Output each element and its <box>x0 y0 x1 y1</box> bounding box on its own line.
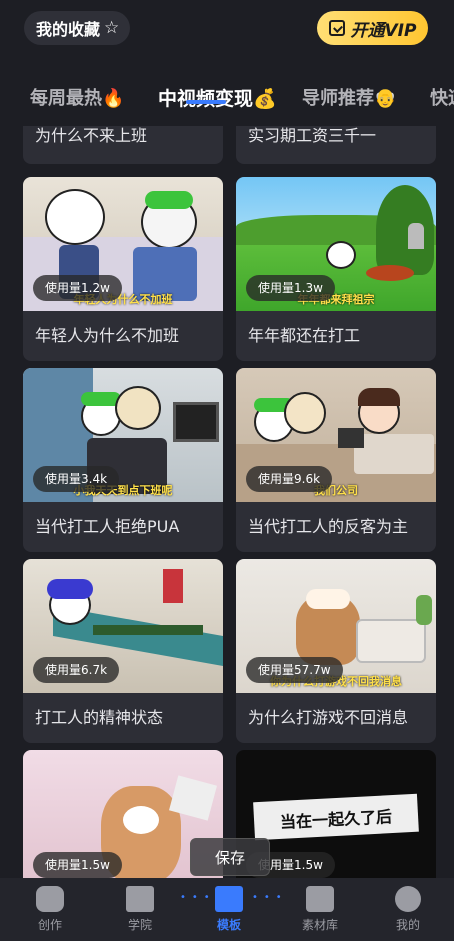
favorites-button[interactable]: 我的收藏 ☆ <box>24 11 131 45</box>
usage-badge: 使用量1.5w <box>33 852 122 878</box>
card-title: 年年都还在打工 <box>248 326 361 345</box>
bottom-nav: 创作 学院 ••• 模板 ••• 素材库 我的 <box>0 878 454 941</box>
template-grid: 为什么不来上班 实习期工资三千一 年轻人为什么不加班 使用量1.2w 年轻人为什… <box>0 126 454 878</box>
usage-badge: 使用量1.3w <box>246 275 335 301</box>
card-thumbnail: 你为什么打游戏不回我消息 使用量57.7w <box>236 559 436 693</box>
card-thumbnail: 使用量6.7k <box>23 559 223 693</box>
vip-button[interactable]: 开通VIP <box>317 11 428 45</box>
nav-create[interactable]: 创作 <box>20 886 80 933</box>
nav-materials[interactable]: 素材库 <box>290 886 350 933</box>
card-thumbnail: 年轻人为什么不加班 使用量1.2w <box>23 177 223 311</box>
vip-icon <box>328 20 345 36</box>
category-tabs: 每周最热🔥 中视频变现💰 导师推荐👴 快速 <box>0 66 454 126</box>
template-card[interactable]: 为什么不来上班 <box>23 126 223 164</box>
template-card[interactable]: 年轻人为什么不加班 使用量1.2w 年轻人为什么不加班 <box>23 177 223 361</box>
user-icon <box>395 886 421 912</box>
book-icon <box>126 886 154 912</box>
template-card[interactable]: 使用量6.7k 打工人的精神状态 <box>23 559 223 743</box>
template-icon <box>215 886 243 912</box>
nav-templates[interactable]: 模板 <box>199 886 259 933</box>
card-title: 为什么打游戏不回消息 <box>248 708 409 727</box>
nav-label: 学院 <box>127 918 152 932</box>
card-thumbnail: 年年都来拜祖宗 使用量1.3w <box>236 177 436 311</box>
card-thumbnail: 小我天天到点下班呢 使用量3.4k <box>23 368 223 502</box>
card-title: 为什么不来上班 <box>35 126 148 145</box>
template-card[interactable]: 实习期工资三千一 <box>236 126 436 164</box>
card-title: 年轻人为什么不加班 <box>35 326 180 345</box>
card-title: 当代打工人的反客为主 <box>248 517 409 536</box>
usage-badge: 使用量3.4k <box>33 466 120 492</box>
tab-quick[interactable]: 快速 <box>430 84 454 110</box>
nav-profile[interactable]: 我的 <box>378 886 438 933</box>
dots-right-icon: ••• <box>252 892 288 903</box>
save-button[interactable]: 保存 <box>190 838 270 876</box>
top-bar: 我的收藏 ☆ 开通VIP <box>0 0 454 58</box>
usage-badge: 使用量57.7w <box>246 657 343 683</box>
face-icon <box>36 886 64 912</box>
favorites-label: 我的收藏 <box>36 20 101 39</box>
card-thumbnail: 我们公司 使用量9.6k <box>236 368 436 502</box>
nav-academy[interactable]: 学院 <box>110 886 170 933</box>
nav-label: 模板 <box>216 918 241 932</box>
usage-badge: 使用量6.7k <box>33 657 120 683</box>
nav-label: 创作 <box>37 918 62 932</box>
nav-label: 我的 <box>395 918 420 932</box>
store-icon <box>306 886 334 912</box>
tab-monetize[interactable]: 中视频变现💰 <box>158 84 277 111</box>
active-tab-indicator <box>186 100 226 104</box>
tab-mentor[interactable]: 导师推荐👴 <box>302 84 396 110</box>
star-icon: ☆ <box>104 18 120 38</box>
vip-label: 开通VIP <box>350 20 417 41</box>
card-title: 实习期工资三千一 <box>248 126 377 145</box>
usage-badge: 使用量9.6k <box>246 466 333 492</box>
usage-badge: 使用量1.2w <box>33 275 122 301</box>
template-card[interactable]: 年年都来拜祖宗 使用量1.3w 年年都还在打工 <box>236 177 436 361</box>
card-title: 打工人的精神状态 <box>35 708 164 727</box>
template-card[interactable]: 你为什么打游戏不回我消息 使用量57.7w 为什么打游戏不回消息 <box>236 559 436 743</box>
tab-weekly-hot[interactable]: 每周最热🔥 <box>30 84 124 110</box>
template-card[interactable]: 小我天天到点下班呢 使用量3.4k 当代打工人拒绝PUA <box>23 368 223 552</box>
card-title: 当代打工人拒绝PUA <box>35 517 180 536</box>
nav-label: 素材库 <box>301 918 338 932</box>
template-card[interactable]: 我们公司 使用量9.6k 当代打工人的反客为主 <box>236 368 436 552</box>
